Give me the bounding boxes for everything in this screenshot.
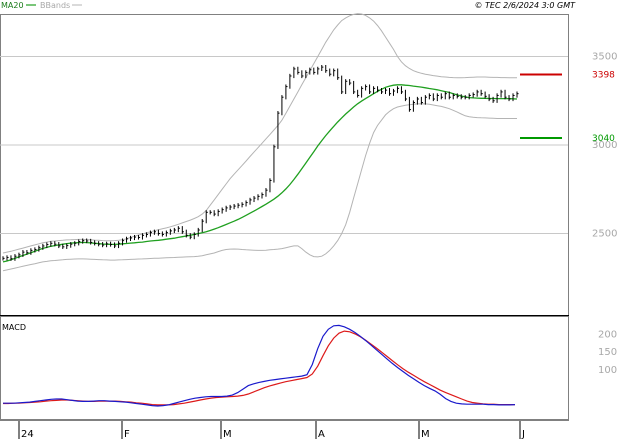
- time-axis: 24 F M A M J: [0, 420, 569, 440]
- price-levels: 33983040: [520, 71, 615, 144]
- macd-lines: [3, 324, 516, 407]
- time-axis-label: A: [318, 429, 325, 440]
- bband-upper-line: [2, 13, 517, 254]
- price-y-tick-label: 3000: [592, 140, 617, 151]
- macd-y-tick-label: 100: [598, 365, 617, 376]
- time-axis-label: M: [421, 429, 430, 440]
- time-axis-label: M: [223, 429, 232, 440]
- price-y-tick-label: 3500: [592, 51, 617, 62]
- time-axis-label: J: [521, 429, 525, 440]
- copyright-label: © TEC 2/6/2024 3:0 GMT: [475, 1, 577, 10]
- price-y-tick-label: 2500: [592, 229, 617, 240]
- ma20-line: [2, 84, 518, 263]
- ma20-legend-label: MA20: [1, 1, 24, 10]
- header-legend: MA20 BBands: [1, 1, 82, 10]
- macd-signal-line: [3, 330, 515, 406]
- chart-area: MA20 BBands © TEC 2/6/2024 3:0 GMT 33983…: [0, 1, 617, 440]
- macd-y-tick-label: 200: [598, 330, 617, 341]
- ma20-line-group: [2, 84, 518, 263]
- price-panel: 33983040 3500 3000 2500: [0, 13, 617, 272]
- macd-panel: MACD 200 150 100: [2, 323, 617, 407]
- bband-lower-line: [2, 103, 517, 272]
- time-axis-label: F: [124, 429, 130, 440]
- bollinger-bands: [2, 13, 517, 272]
- resistance-level-label: 3398: [592, 71, 615, 81]
- time-axis-label: 24: [21, 429, 34, 440]
- macd-y-tick-label: 150: [598, 347, 617, 358]
- macd-line: [3, 324, 516, 407]
- bbands-legend-label: BBands: [40, 1, 70, 10]
- price-gridlines: [0, 55, 568, 235]
- price-bars: [2, 64, 519, 261]
- price-panel-frame: [0, 14, 569, 316]
- macd-y-tick-labels: 200 150 100: [598, 330, 617, 376]
- macd-panel-title: MACD: [2, 323, 26, 332]
